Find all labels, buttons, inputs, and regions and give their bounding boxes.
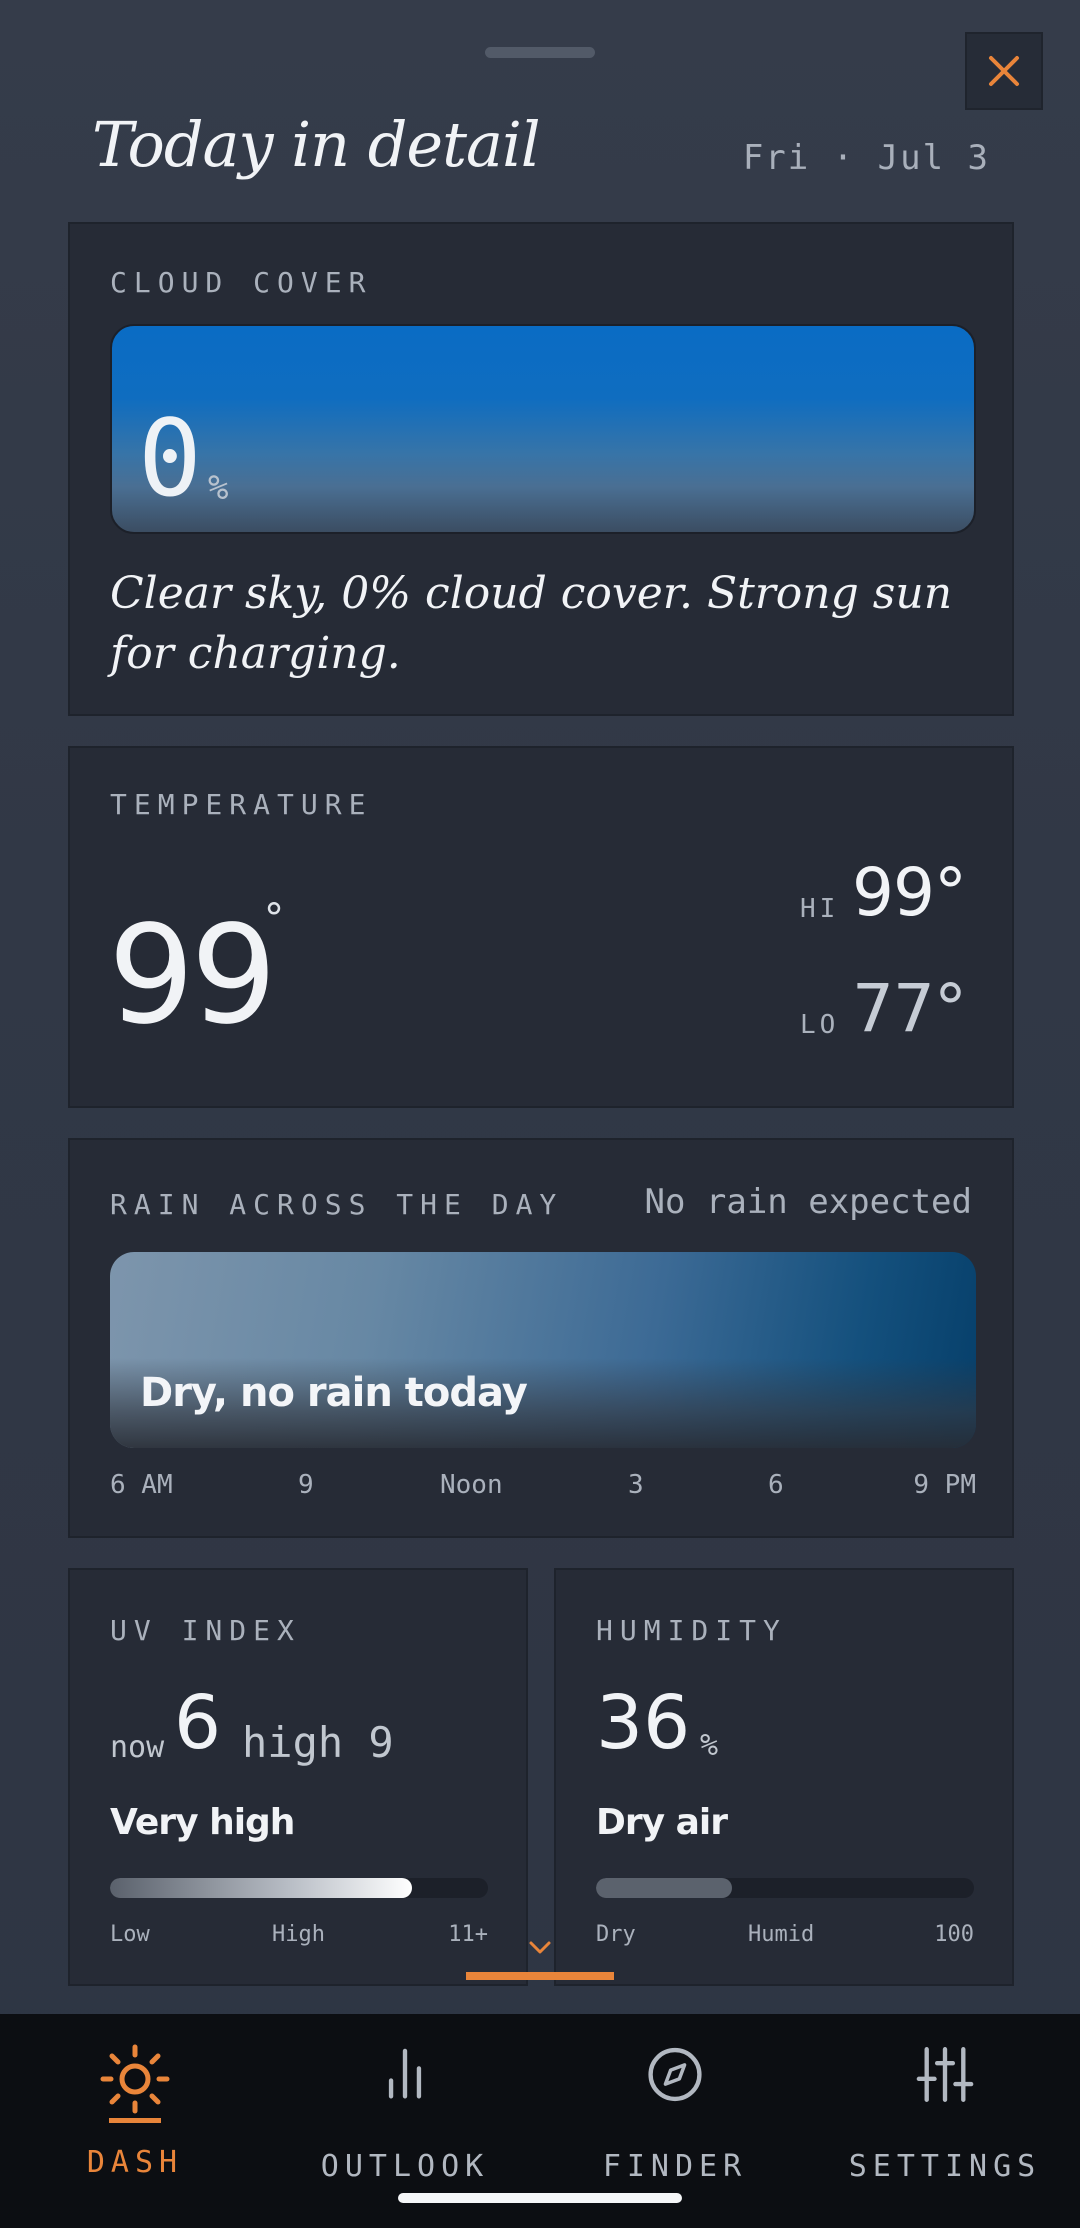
humidity-scale-humid: Humid bbox=[748, 1922, 815, 1947]
uv-index-label: UV INDEX bbox=[110, 1614, 301, 1647]
home-indicator bbox=[398, 2193, 682, 2203]
uv-bar bbox=[110, 1878, 488, 1898]
cloud-cover-panel: 0 % bbox=[110, 324, 976, 534]
low-label: LO bbox=[800, 1010, 840, 1040]
rain-card: RAIN ACROSS THE DAY No rain expected Dry… bbox=[68, 1138, 1014, 1538]
humidity-bar-fill bbox=[596, 1878, 733, 1898]
cloud-cover-label: CLOUD COVER bbox=[110, 266, 373, 299]
close-button[interactable] bbox=[965, 32, 1043, 110]
time-tick: 9 bbox=[298, 1470, 314, 1500]
scroll-indicator bbox=[466, 1972, 614, 1980]
high-label: HI bbox=[800, 894, 840, 924]
sheet-grabber[interactable] bbox=[485, 47, 595, 58]
time-tick: 9 PM bbox=[913, 1470, 976, 1500]
date-label: Fri · Jul 3 bbox=[742, 138, 990, 178]
rain-time-axis: 6 AM 9 Noon 3 6 9 PM bbox=[110, 1470, 976, 1510]
uv-scale-low: Low bbox=[110, 1922, 150, 1947]
rain-status: No rain expected bbox=[644, 1182, 972, 1222]
humidity-unit: % bbox=[700, 1728, 719, 1763]
nav-settings[interactable]: SETTINGS bbox=[810, 2044, 1080, 2184]
nav-dash[interactable]: DASH bbox=[0, 2044, 270, 2184]
humidity-scale: Dry Humid 100 bbox=[596, 1922, 974, 1952]
time-tick: 3 bbox=[628, 1470, 644, 1500]
uv-high-value: high 9 bbox=[242, 1718, 394, 1767]
nav-outlook[interactable]: OUTLOOK bbox=[270, 2044, 540, 2184]
nav-label: SETTINGS bbox=[848, 2149, 1042, 2184]
active-tab-underline bbox=[109, 2118, 161, 2123]
sun-icon bbox=[100, 2044, 170, 2114]
humidity-card: HUMIDITY 36 % Dry air Dry Humid 100 bbox=[554, 1568, 1014, 1986]
cloud-cover-card: CLOUD COVER 0 % Clear sky, 0% cloud cove… bbox=[68, 222, 1014, 716]
nav-finder[interactable]: FINDER bbox=[540, 2044, 810, 2184]
rain-timeline-panel: Dry, no rain today bbox=[110, 1252, 976, 1448]
temperature-label: TEMPERATURE bbox=[110, 788, 373, 821]
humidity-level: Dry air bbox=[596, 1802, 728, 1843]
humidity-scale-dry: Dry bbox=[596, 1922, 636, 1947]
uv-scale-max: 11+ bbox=[448, 1922, 488, 1947]
humidity-scale-max: 100 bbox=[934, 1922, 974, 1947]
uv-scale: Low High 11+ bbox=[110, 1922, 488, 1952]
uv-level: Very high bbox=[110, 1802, 295, 1843]
uv-now-label: now bbox=[110, 1730, 165, 1765]
uv-bar-fill bbox=[110, 1878, 413, 1898]
nav-label: DASH bbox=[86, 2145, 184, 2180]
uv-scale-high: High bbox=[272, 1922, 325, 1947]
rain-label: RAIN ACROSS THE DAY bbox=[110, 1188, 564, 1221]
humidity-label: HUMIDITY bbox=[596, 1614, 787, 1647]
chevron-down-icon[interactable] bbox=[528, 1938, 552, 1958]
humidity-bar bbox=[596, 1878, 974, 1898]
high-temperature: 99° bbox=[852, 854, 967, 931]
cloud-cover-unit: % bbox=[208, 468, 229, 508]
current-temperature: 99 bbox=[108, 897, 277, 1055]
temperature-card: TEMPERATURE 99 ° HI 99° LO 77° bbox=[68, 746, 1014, 1108]
time-tick: Noon bbox=[440, 1470, 503, 1500]
nav-label: FINDER bbox=[602, 2149, 748, 2184]
cloud-cover-value: 0 bbox=[138, 397, 202, 520]
sliders-icon bbox=[916, 2047, 974, 2102]
uv-index-card: UV INDEX now 6 high 9 Very high Low High… bbox=[68, 1568, 528, 1986]
humidity-value: 36 bbox=[596, 1680, 691, 1766]
rain-summary: Dry, no rain today bbox=[140, 1370, 528, 1416]
close-icon bbox=[989, 56, 1019, 86]
page-title: Today in detail bbox=[92, 108, 541, 181]
cloud-cover-description: Clear sky, 0% cloud cover. Strong sun fo… bbox=[110, 568, 953, 679]
bar-chart-icon bbox=[388, 2048, 422, 2099]
uv-now-value: 6 bbox=[174, 1680, 222, 1766]
low-temperature: 77° bbox=[852, 970, 967, 1047]
time-tick: 6 bbox=[768, 1470, 784, 1500]
nav-label: OUTLOOK bbox=[320, 2149, 490, 2184]
degree-symbol: ° bbox=[264, 896, 284, 942]
today-detail-sheet: Today in detail Fri · Jul 3 CLOUD COVER … bbox=[0, 0, 1080, 2228]
compass-icon bbox=[648, 2047, 702, 2102]
time-tick: 6 AM bbox=[110, 1470, 173, 1500]
